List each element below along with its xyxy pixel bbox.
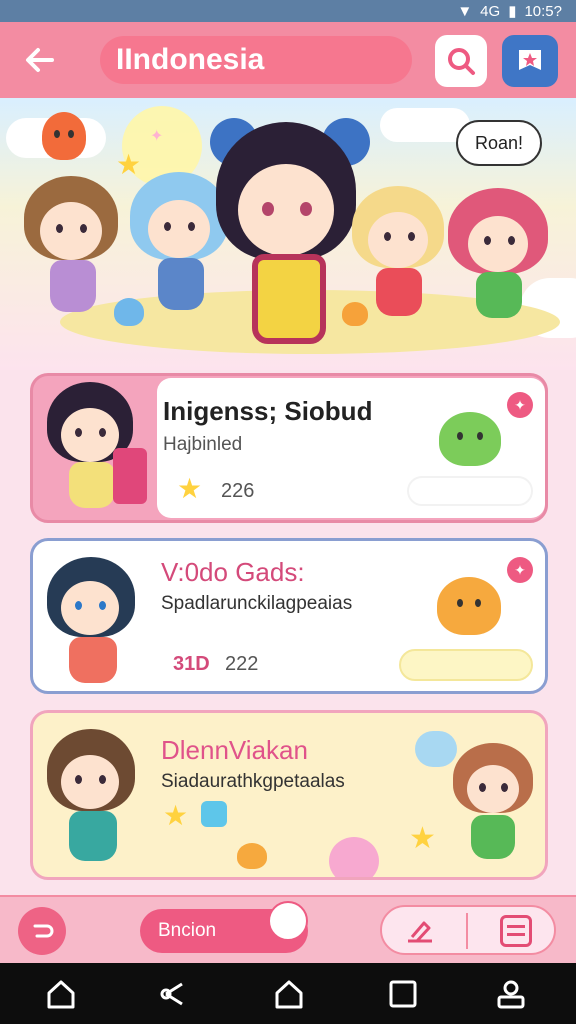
card-subtitle: Hajbinled [163, 434, 243, 455]
character-brown-hair [22, 176, 122, 326]
character-pink-hair [448, 188, 552, 328]
home-tab-button[interactable] [18, 907, 66, 955]
pink-ball-decoration [329, 837, 379, 877]
blue-slime-icon [114, 298, 144, 326]
back-arrow-icon [26, 48, 54, 72]
action-button[interactable] [407, 476, 533, 506]
star-icon: ✦ [414, 118, 430, 138]
card-title: V:0do Gads: [161, 557, 305, 587]
pencil-icon [408, 921, 432, 943]
orange-slime-icon [237, 843, 267, 869]
character-blonde-hair [352, 186, 448, 326]
search-button[interactable] [435, 35, 487, 87]
card-count-prefix: 31D [173, 653, 210, 675]
card-avatar [43, 551, 147, 687]
flower-icon [268, 901, 308, 941]
star-icon: ★ [177, 473, 203, 504]
star-badge-icon [519, 50, 541, 70]
search-icon [448, 48, 475, 75]
orange-slime-icon [437, 577, 501, 635]
card-subtitle: Siadaurathkgpetaalas [161, 771, 345, 792]
notification-badge[interactable]: ✦ [507, 392, 533, 418]
star-icon: ✦ [150, 128, 164, 145]
card-count: 222 [225, 653, 259, 675]
clock: 10:5? [524, 2, 562, 20]
menu-button[interactable] [500, 915, 532, 947]
signal-label: 4G [480, 2, 501, 20]
home-icon[interactable] [272, 977, 306, 1011]
favorite-button[interactable] [502, 35, 558, 87]
card-count: 226 [221, 480, 255, 502]
notification-badge[interactable]: ✦ [507, 557, 533, 583]
edit-button[interactable] [402, 915, 438, 947]
undo-icon [33, 924, 54, 938]
battery-icon: ▮ [508, 3, 517, 20]
action-button[interactable] [399, 649, 533, 681]
list-item[interactable]: DlennViakan Siadaurathkgpetaalas ★ ★ [30, 710, 548, 880]
system-navigation-bar [0, 963, 576, 1024]
recents-icon[interactable] [386, 977, 420, 1011]
green-slime-icon [439, 412, 501, 466]
card-title: Inigenss; Siobud [163, 396, 373, 426]
star-icon: ★ [163, 800, 189, 831]
toolbar-group [380, 905, 556, 955]
share-icon[interactable] [158, 977, 192, 1011]
star-icon: ★ [409, 822, 436, 855]
card-avatar [43, 378, 147, 518]
home-outline-icon[interactable] [44, 977, 78, 1011]
card-subtitle: Spadlarunckilagpeaias [161, 593, 353, 614]
divider [466, 913, 468, 949]
profile-icon[interactable] [494, 977, 528, 1011]
card-title: DlennViakan [161, 735, 308, 765]
list-item[interactable]: V:0do Gads: Spadlarunckilagpeaias 31D 22… [30, 538, 548, 694]
app-icon [201, 801, 227, 827]
bottom-toolbar: Bncion [0, 895, 576, 963]
card-avatar [43, 723, 147, 869]
list-item[interactable]: Inigenss; Siobud Hajbinled ★ 226 ✦ [30, 373, 548, 523]
speech-bubble: Roan! [456, 120, 542, 166]
card-content: Inigenss; Siobud Hajbinled ★ 226 ✦ [157, 378, 545, 518]
character-main [206, 102, 370, 360]
orange-slime-icon [342, 302, 368, 326]
back-button[interactable] [18, 38, 62, 82]
status-bar: ▼ 4G ▮ 10:5? [0, 0, 576, 22]
hero-banner: ★ ✦ ✦ Roan! [0, 98, 576, 370]
app-bar: IIndonesia [0, 22, 576, 98]
page-title: IIndonesia [100, 36, 412, 84]
character-side [451, 741, 541, 871]
wifi-icon: ▼ [457, 2, 473, 20]
orange-mascot-icon [42, 112, 86, 160]
